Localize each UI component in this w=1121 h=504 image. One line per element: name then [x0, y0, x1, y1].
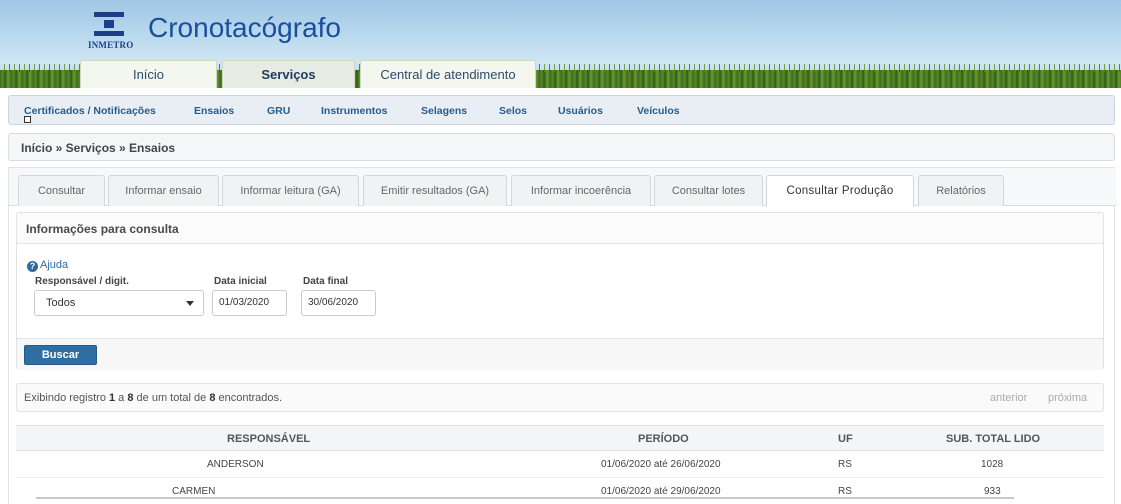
subnav-gru[interactable]: GRU: [267, 105, 290, 117]
subnav-instrumentos[interactable]: Instrumentos: [321, 105, 388, 117]
responsavel-value: Todos: [46, 297, 76, 309]
sub-navigation: Certificados / Notificações Ensaios GRU …: [8, 95, 1115, 125]
results-table: RESPONSÁVEL PERÍODO UF SUB. TOTAL LIDO A…: [16, 425, 1104, 504]
subnav-selagens[interactable]: Selagens: [421, 105, 467, 117]
app-title: Cronotacógrafo: [148, 12, 342, 43]
question-circle-icon: ?: [27, 261, 38, 272]
tab-relatorios[interactable]: Relatórios: [918, 175, 1004, 206]
form-footer: Buscar: [17, 338, 1103, 370]
data-final-input[interactable]: 30/06/2020: [301, 290, 376, 316]
column-header-responsavel[interactable]: RESPONSÁVEL: [227, 433, 310, 445]
main-tab-inicio[interactable]: Início: [80, 60, 217, 88]
chevron-down-icon: [186, 301, 194, 306]
tab-emitir-resultados[interactable]: Emitir resultados (GA): [363, 175, 507, 206]
tab-informar-ensaio[interactable]: Informar ensaio: [108, 175, 219, 206]
column-header-uf[interactable]: UF: [838, 433, 853, 445]
table-row[interactable]: CARMEN 01/06/2020 até 29/06/2020 RS 933: [16, 478, 1104, 504]
next-page-link[interactable]: próxima: [1048, 392, 1087, 404]
subnav-usuarios[interactable]: Usuários: [558, 105, 603, 117]
column-header-periodo[interactable]: PERÍODO: [638, 433, 689, 445]
tab-informar-leitura[interactable]: Informar leitura (GA): [222, 175, 359, 206]
main-tab-central-atendimento[interactable]: Central de atendimento: [360, 60, 536, 88]
data-inicial-input[interactable]: 01/03/2020: [212, 290, 287, 316]
cell-uf: RS: [838, 486, 852, 497]
form-title: Informações para consulta: [17, 213, 1103, 244]
cell-responsavel: ANDERSON: [207, 459, 264, 470]
table-row[interactable]: ANDERSON 01/06/2020 até 26/06/2020 RS 10…: [16, 451, 1104, 478]
tab-consultar-producao[interactable]: Consultar Produção: [766, 175, 914, 207]
app-header: INMETRO Cronotacógrafo Início Serviços C…: [0, 0, 1121, 88]
column-header-subtotal[interactable]: SUB. TOTAL LIDO: [946, 433, 1040, 445]
cell-subtotal: 1028: [981, 459, 1004, 470]
breadcrumb: Início » Serviços » Ensaios: [8, 133, 1115, 161]
subnav-checkbox[interactable]: [24, 116, 31, 123]
pagination-bar: Exibindo registro 1 a 8 de um total de 8…: [16, 383, 1104, 412]
responsavel-label: Responsável / digit.: [35, 276, 129, 287]
ensaios-tabs: Consultar Informar ensaio Informar leitu…: [9, 168, 1116, 207]
cell-responsavel: CARMEN: [172, 486, 216, 497]
cell-subtotal: 933: [984, 486, 1001, 497]
cell-periodo: 01/06/2020 até 29/06/2020: [601, 486, 721, 497]
responsavel-select[interactable]: Todos: [34, 290, 204, 316]
redaction-box: [266, 456, 328, 471]
subnav-veiculos[interactable]: Veículos: [637, 105, 680, 117]
tab-consultar[interactable]: Consultar: [18, 175, 105, 206]
subnav-selos[interactable]: Selos: [499, 105, 527, 117]
subnav-ensaios[interactable]: Ensaios: [194, 105, 234, 117]
inmetro-logo-mark: [94, 12, 124, 39]
bottom-divider: [36, 497, 1014, 499]
help-link[interactable]: ? Ajuda: [27, 259, 68, 272]
cell-uf: RS: [838, 459, 852, 470]
record-count-text: Exibindo registro 1 a 8 de um total de 8…: [24, 392, 283, 404]
inmetro-logo[interactable]: INMETRO: [88, 8, 140, 52]
prev-page-link[interactable]: anterior: [990, 392, 1027, 404]
buscar-button[interactable]: Buscar: [24, 345, 97, 365]
data-inicial-label: Data inicial: [214, 276, 267, 287]
tab-informar-incoerencia[interactable]: Informar incoerência: [511, 175, 651, 206]
subnav-certificados[interactable]: Certificados / Notificações: [24, 105, 156, 117]
cell-periodo: 01/06/2020 até 26/06/2020: [601, 459, 721, 470]
table-header: RESPONSÁVEL PERÍODO UF SUB. TOTAL LIDO: [16, 425, 1104, 451]
tab-consultar-lotes[interactable]: Consultar lotes: [654, 175, 763, 206]
help-label: Ajuda: [40, 259, 69, 271]
logo-text: INMETRO: [88, 40, 134, 50]
data-final-label: Data final: [303, 276, 349, 287]
main-tab-servicos[interactable]: Serviços: [222, 60, 355, 88]
consulta-form: Informações para consulta ? Ajuda Respons…: [16, 212, 1104, 370]
